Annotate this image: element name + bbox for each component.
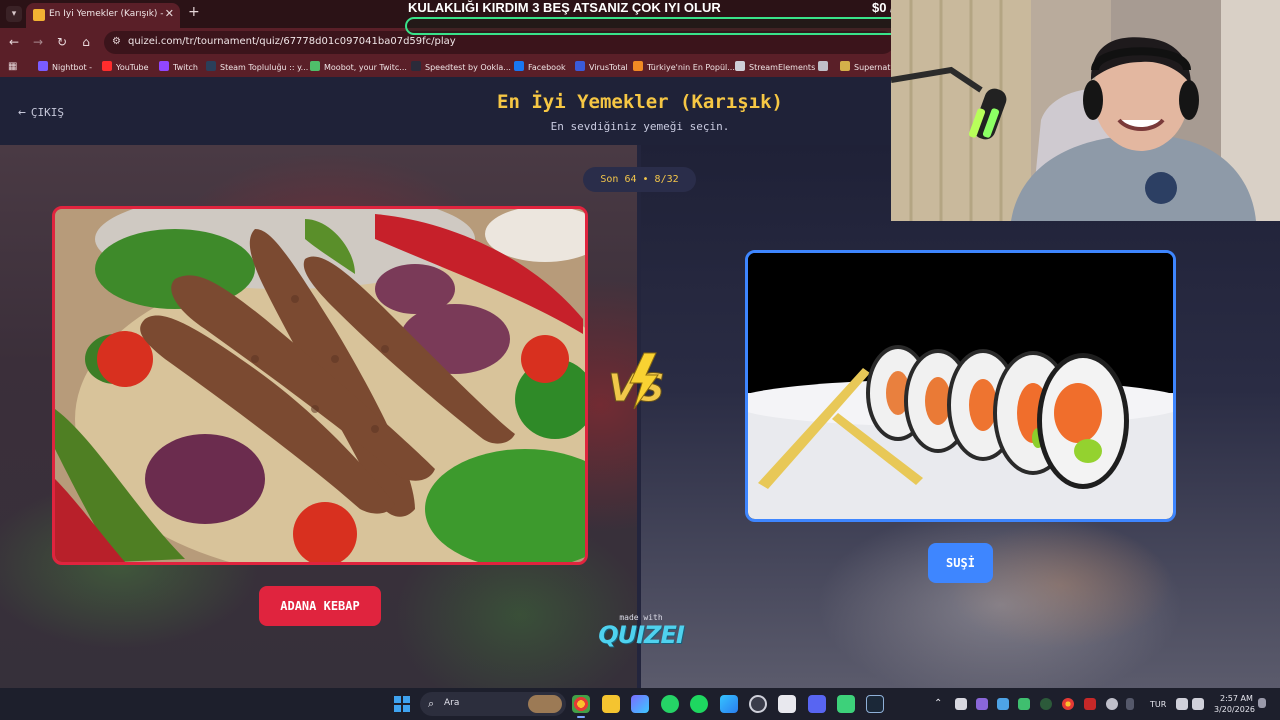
steam-icon[interactable] [866, 695, 884, 713]
susi-image [748, 253, 1173, 519]
bookmark-label: YouTube [116, 63, 149, 72]
tray-app-icon-2[interactable] [976, 698, 988, 710]
bookmark-item[interactable]: YouTube [102, 61, 149, 73]
bookmark-label: Moobot, your Twitc... [324, 63, 407, 72]
bookmark-label: Facebook [528, 63, 566, 72]
left-choice-card[interactable] [52, 206, 588, 565]
tray-app-icon-4[interactable] [1018, 698, 1030, 710]
bookmark-item[interactable]: Nightbot - [38, 61, 92, 73]
obs-icon[interactable] [749, 695, 767, 713]
bookmark-label: Steam Topluluğu :: y... [220, 63, 309, 72]
copilot-icon[interactable] [631, 695, 649, 713]
tab-search-dropdown-icon[interactable]: ▾ [6, 6, 22, 22]
bookmark-item[interactable]: Moobot, your Twitc... [310, 61, 407, 73]
apps-grid-icon[interactable]: ▦ [8, 61, 20, 73]
bookmark-item[interactable] [818, 61, 832, 73]
made-with-quizei[interactable]: made with QUIZEI [596, 613, 686, 648]
bookmark-label: Nightbot - [52, 63, 93, 72]
bookmark-label: Twitch [173, 63, 198, 72]
site-info-icon[interactable]: ⚙ [112, 36, 124, 48]
tray-app-icon-5[interactable] [1040, 698, 1052, 710]
choose-adana-kebap-button[interactable]: ADANA KEBAP [259, 586, 381, 626]
store-icon[interactable] [778, 695, 796, 713]
bookmark-favicon-icon [310, 61, 320, 71]
tab-close-icon[interactable]: ✕ [165, 7, 174, 20]
right-choice-card[interactable] [745, 250, 1176, 522]
streamer-webcam-image [891, 0, 1280, 221]
edge-icon[interactable] [720, 695, 738, 713]
bookmark-label: Speedtest by Ookla... [425, 63, 511, 72]
forward-arrow-icon[interactable]: → [30, 34, 46, 50]
bookmark-item[interactable]: Facebook [514, 61, 566, 73]
windows-taskbar: ⌕ Ara ⌃ TUR 2:57 AM 3/20/2026 [0, 688, 1280, 720]
show-hidden-icons[interactable]: ⌃ [934, 698, 942, 709]
quizei-logo: QUIZEI [598, 621, 685, 649]
discord-icon[interactable] [808, 695, 826, 713]
bookmark-item[interactable]: VirusTotal [575, 61, 628, 73]
bookmark-item[interactable]: Steam Topluluğu :: y... [206, 61, 308, 73]
adana-kebap-image [55, 209, 585, 562]
media-player-icon[interactable] [837, 695, 855, 713]
tray-app-icon-1[interactable] [955, 698, 967, 710]
search-icon: ⌕ [428, 697, 435, 710]
tray-app-icon-3[interactable] [997, 698, 1009, 710]
bookmark-label: Supernatu [854, 63, 896, 72]
reload-icon[interactable]: ↻ [54, 34, 70, 50]
streamer-webcam [891, 0, 1280, 221]
stream-goal-text: KULAKLIĞI KIRDIM 3 BEŞ ATSANIZ ÇOK IYI O… [408, 0, 721, 15]
bookmark-favicon-icon [633, 61, 643, 71]
whatsapp-icon[interactable] [661, 695, 679, 713]
browser-tab-active[interactable]: En İyi Yemekler (Karışık) - Tier L ✕ [26, 3, 180, 28]
tab-title: En İyi Yemekler (Karışık) - Tier L [49, 9, 164, 19]
bookmark-favicon-icon [102, 61, 112, 71]
bookmark-favicon-icon [840, 61, 850, 71]
taskbar-search[interactable]: ⌕ Ara [420, 692, 566, 716]
center-divider [637, 145, 641, 688]
file-explorer-icon[interactable] [602, 695, 620, 713]
bookmark-label: StreamElements [749, 63, 816, 72]
stream-goal-progress-bar [405, 17, 934, 35]
notification-bell-icon[interactable] [1258, 698, 1266, 708]
tray-chrome-icon[interactable] [1062, 698, 1074, 710]
bookmark-favicon-icon [818, 61, 828, 71]
tray-app-icon-7[interactable] [1106, 698, 1118, 710]
back-arrow-icon[interactable]: ← [6, 34, 22, 50]
tray-app-icon-6[interactable] [1084, 698, 1096, 710]
quizei-favicon-icon [33, 9, 45, 21]
address-url[interactable]: quizei.com/tr/tournament/quiz/67778d01c0… [128, 36, 456, 47]
round-indicator: Son 64 • 8/32 [583, 167, 696, 192]
clock-time[interactable]: 2:57 AM [1220, 694, 1253, 703]
microphone-icon[interactable] [1126, 698, 1134, 710]
choose-susi-button[interactable]: SUŞİ [928, 543, 993, 583]
bookmark-item[interactable]: Speedtest by Ookla... [411, 61, 511, 73]
home-icon[interactable]: ⌂ [78, 34, 94, 50]
bookmark-favicon-icon [735, 61, 745, 71]
volume-icon[interactable] [1192, 698, 1204, 710]
windows-start-icon[interactable] [394, 696, 410, 712]
chrome-taskbar-icon[interactable] [572, 695, 590, 718]
bookmark-favicon-icon [575, 61, 585, 71]
spotify-icon[interactable] [690, 695, 708, 713]
search-highlight-image [528, 695, 562, 713]
bookmark-favicon-icon [206, 61, 216, 71]
bookmark-favicon-icon [38, 61, 48, 71]
taskbar-search-label: Ara [444, 698, 460, 708]
bookmark-favicon-icon [411, 61, 421, 71]
bookmark-item[interactable]: StreamElements [735, 61, 815, 73]
input-language[interactable]: TUR [1150, 700, 1166, 709]
clock-date[interactable]: 3/20/2026 [1214, 705, 1255, 714]
vs-lightning-icon: VS [608, 352, 665, 411]
bookmark-favicon-icon [159, 61, 169, 71]
bookmark-item[interactable]: Türkiye'nin En Popül... [633, 61, 735, 73]
bookmark-label: VirusTotal [589, 63, 628, 72]
bookmark-item[interactable]: Twitch [159, 61, 198, 73]
bookmark-item[interactable]: Supernatu [840, 61, 895, 73]
network-icon[interactable] [1176, 698, 1188, 710]
bookmark-favicon-icon [514, 61, 524, 71]
bookmark-label: Türkiye'nin En Popül... [647, 63, 735, 72]
new-tab-icon[interactable]: + [188, 4, 200, 20]
